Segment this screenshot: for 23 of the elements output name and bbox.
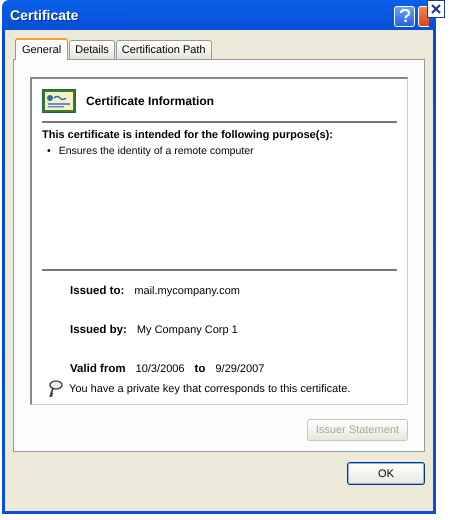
tab[interactable]: General <box>15 38 68 60</box>
field-value: mail.mycompany.com <box>134 285 240 297</box>
ok-button[interactable]: OK <box>347 462 425 485</box>
bullet: • <box>47 145 51 157</box>
field-label: Issued to: <box>70 285 124 297</box>
section-heading: Certificate Information <box>86 94 214 108</box>
window-title: Certificate <box>10 7 78 23</box>
field-value: 10/3/2006 <box>136 363 185 375</box>
question-mark-icon <box>398 9 410 23</box>
field-label: Issued by: <box>70 324 127 336</box>
key-note: You have a private key that corresponds to this certificate. <box>69 383 350 395</box>
purpose-heading: This certificate is intended for the following purpose(s): <box>42 129 334 141</box>
certificate-icon <box>42 89 76 113</box>
purpose-text: Ensures the identity of a remote computer <box>58 145 254 157</box>
key-icon <box>47 380 63 398</box>
field-label: Valid from <box>70 363 126 375</box>
tab[interactable]: Details <box>69 40 115 59</box>
help-button[interactable] <box>394 6 415 26</box>
field-label: to <box>194 363 206 375</box>
close-icon[interactable] <box>427 0 445 18</box>
field-value: 9/29/2007 <box>215 363 264 375</box>
tab[interactable]: Certification Path <box>116 40 212 59</box>
field-value: My Company Corp 1 <box>136 324 238 336</box>
